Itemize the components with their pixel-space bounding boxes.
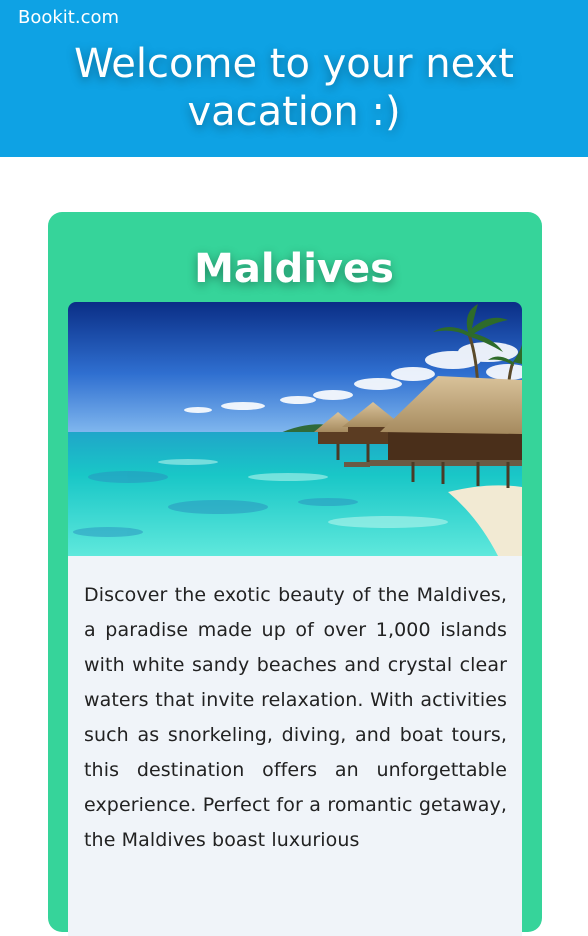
site-header: Bookit.com Welcome to your next vacation… (0, 0, 588, 157)
page-headline: Welcome to your next vacation :) (74, 41, 514, 135)
destination-photo (68, 302, 522, 556)
destination-description: Discover the exotic beauty of the Maldiv… (84, 584, 507, 851)
brand-logo-link[interactable]: Bookit.com (18, 7, 119, 29)
destination-title: Maldives (194, 246, 394, 292)
